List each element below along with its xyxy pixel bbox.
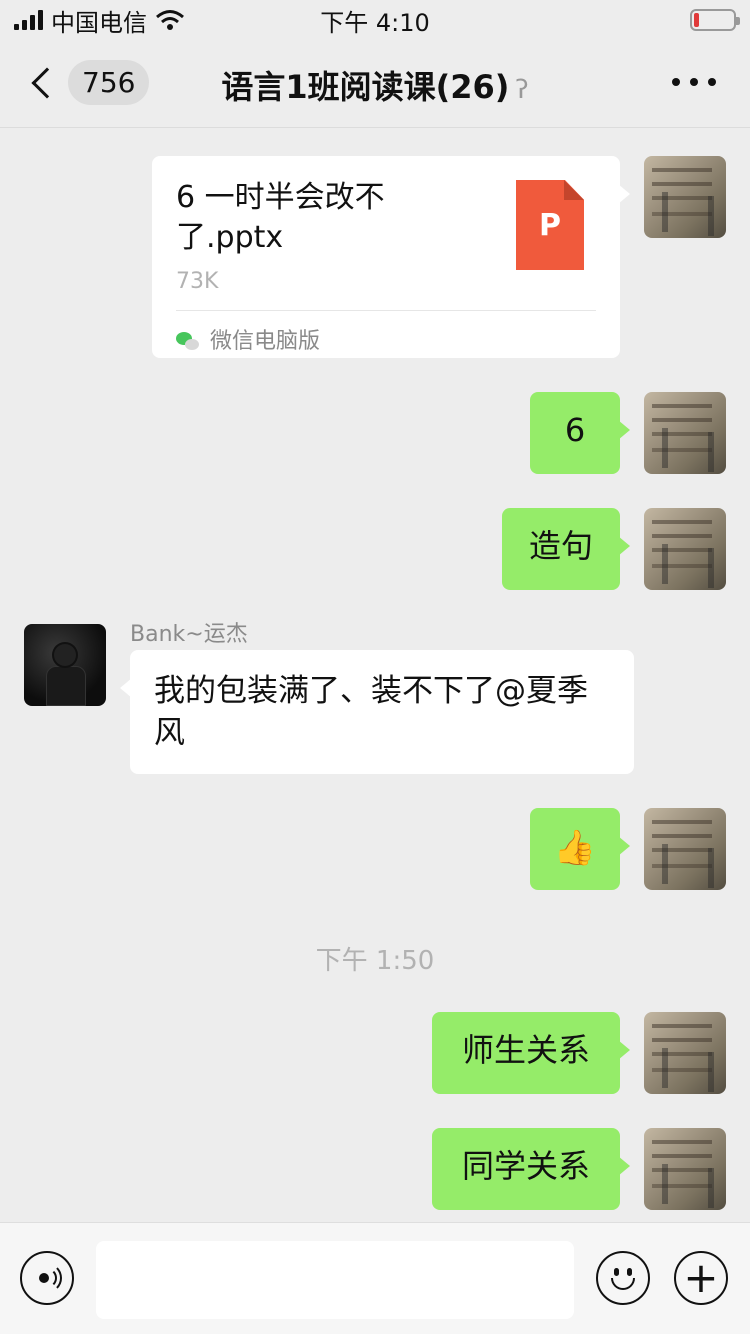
thumbs-up-icon: 👍 [553,828,597,868]
battery-icon [690,9,740,31]
emoji-icon [605,1260,641,1296]
message-input[interactable] [96,1241,574,1319]
plus-icon: + [683,1253,719,1302]
my-avatar[interactable] [644,1012,726,1094]
time-divider: 下午 1:50 [315,946,435,976]
message-bubble-tongxue[interactable]: 同学关系 [432,1128,630,1210]
my-avatar[interactable] [644,1128,726,1210]
my-avatar[interactable] [644,156,726,238]
emoji-button[interactable] [596,1251,650,1305]
message-bubble-6[interactable]: 6 [530,392,630,474]
status-bar: 中国电信 下午 4:10 [0,0,750,40]
more-button[interactable] [672,78,716,86]
voice-icon [33,1263,62,1293]
my-avatar[interactable] [644,392,726,474]
file-source: 微信电脑版 [176,320,320,364]
my-avatar[interactable] [644,808,726,890]
message-bubble-shisheng[interactable]: 师生关系 [432,1012,630,1094]
thumbs-up-message[interactable]: 👍 [530,808,630,890]
ear-icon: ʔ [515,75,529,105]
sender-avatar[interactable] [24,624,106,706]
voice-button[interactable] [20,1251,74,1305]
file-size: 73K [176,269,219,294]
incoming-message[interactable]: 我的包装满了、装不下了@夏季风 [120,650,634,774]
more-icon [672,78,680,86]
file-name: 6 一时半会改不了.pptx [176,180,385,255]
chat-title-text: 语言1班阅读课(26) [221,68,510,106]
status-time: 下午 4:10 [320,8,430,37]
my-avatar[interactable] [644,508,726,590]
divider [176,310,596,311]
sender-name: Bank~运杰 [130,622,248,647]
file-message[interactable]: 6 一时半会改不了.pptx 73K P 微信电脑版 [152,156,630,358]
pptx-letter: P [539,208,561,243]
input-bar: + [0,1222,750,1334]
chat-header: 756 语言1班阅读课(26) ʔ [0,40,750,128]
wechat-icon [176,332,200,352]
file-source-label: 微信电脑版 [210,329,321,354]
message-bubble-zaoju[interactable]: 造句 [502,508,630,590]
plus-button[interactable]: + [674,1251,728,1305]
chat-title: 语言1班阅读课(26) ʔ [0,62,750,108]
